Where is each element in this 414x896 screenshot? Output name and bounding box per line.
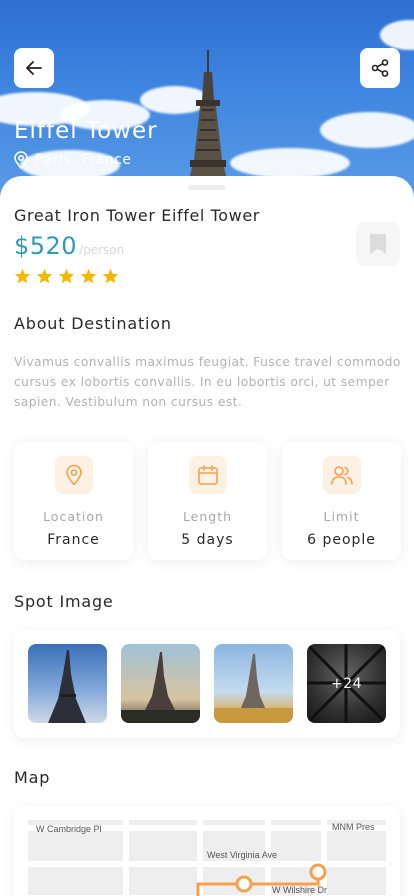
detail-sheet[interactable]: Great Iron Tower Eiffel Tower $520 /pers… [0,176,414,896]
info-icon-wrap [54,456,93,494]
info-card-limit: Limit 6 people [282,442,401,560]
info-value: 6 people [307,532,376,548]
star-icon [58,268,75,284]
share-icon [371,59,389,77]
street-label: MNM Pres [332,822,375,832]
street-label: West Virginia Ave [207,850,278,860]
calendar-icon [197,465,218,485]
eiffel-tower-thumbnail [214,654,293,723]
spot-thumbnail[interactable] [121,644,200,723]
info-card-length: Length 5 days [148,442,267,560]
about-description: Vivamus convallis maximus feugiat. Fusce… [14,355,401,409]
info-icon-wrap [322,456,361,494]
info-value: France [47,532,100,548]
about-title: About Destination [14,314,172,333]
cloud [320,112,414,148]
street-label: W Wilshire Dr [272,885,327,895]
street-label: W Cambridge Pl [36,824,102,834]
info-value: 5 days [181,532,234,548]
destination-title: Eiffel Tower [14,118,158,144]
star-icon [102,268,119,284]
users-icon [330,466,353,485]
eiffel-tower-thumbnail [121,652,200,723]
info-label: Length [182,509,233,524]
price-unit: /person [79,243,125,257]
drag-handle[interactable] [188,185,225,190]
map-view[interactable]: W Cambridge Pl MNM Pres West Virginia Av… [28,820,386,896]
info-icon-wrap [188,456,227,494]
price: $520 /person [14,232,124,260]
bookmark-button[interactable] [356,222,400,266]
trip-name: Great Iron Tower Eiffel Tower [14,206,260,225]
info-label: Location [43,509,104,524]
star-icon [36,268,53,284]
back-button[interactable] [14,48,54,88]
bookmark-icon [370,234,386,254]
map-pin-icon [14,151,28,169]
star-icon [80,268,97,284]
more-images-count: +24 [307,644,386,723]
spot-thumbnail-more[interactable]: +24 [307,644,386,723]
spot-image-title: Spot Image [14,592,114,611]
spot-thumbnail[interactable] [28,644,107,723]
spot-thumbnail[interactable] [214,644,293,723]
rating-stars [14,268,119,284]
spot-image-gallery: +24 [14,630,400,738]
share-button[interactable] [360,48,400,88]
map-card[interactable]: W Cambridge Pl MNM Pres West Virginia Av… [14,806,400,896]
eiffel-tower-thumbnail [48,650,86,723]
info-label: Limit [323,509,360,524]
location-text: Paris, France [35,152,132,168]
map-pin-icon [65,464,82,486]
info-cards: Location France Length 5 days Limit 6 pe… [14,442,401,560]
map-title: Map [14,768,51,787]
arrow-left-icon [26,61,42,75]
price-value: $520 [14,232,78,260]
cloud [380,20,414,50]
destination-location: Paris, France [13,151,132,169]
info-card-location: Location France [14,442,133,560]
star-icon [14,268,31,284]
hero-image: Eiffel Tower Paris, France [0,0,414,200]
